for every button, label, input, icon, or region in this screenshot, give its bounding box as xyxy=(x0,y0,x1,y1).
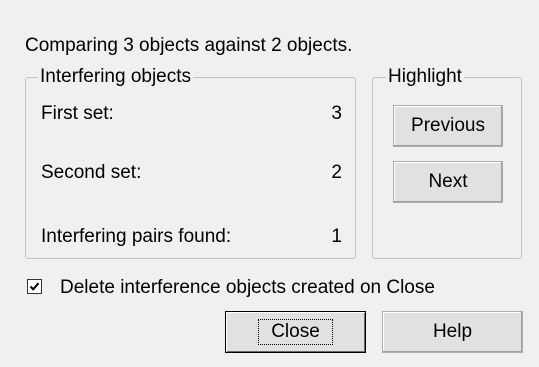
next-button[interactable]: Next xyxy=(393,161,503,203)
second-set-value: 2 xyxy=(331,162,342,183)
delete-interference-checkbox[interactable] xyxy=(27,279,42,294)
interfering-pairs-value: 1 xyxy=(331,226,342,247)
first-set-value: 3 xyxy=(331,103,342,124)
previous-button-label: Previous xyxy=(411,115,485,136)
interfering-pairs-label: Interfering pairs found: xyxy=(41,226,232,247)
first-set-label: First set: xyxy=(41,103,114,124)
delete-interference-label[interactable]: Delete interference objects created on C… xyxy=(60,276,435,300)
close-button-label: Close xyxy=(258,319,333,345)
help-button[interactable]: Help xyxy=(382,311,523,353)
help-button-label: Help xyxy=(432,321,473,342)
interfering-objects-legend: Interfering objects xyxy=(38,65,194,89)
highlight-legend: Highlight xyxy=(386,65,464,89)
previous-button[interactable]: Previous xyxy=(393,105,503,147)
second-set-label: Second set: xyxy=(41,162,142,183)
next-button-label: Next xyxy=(428,171,468,192)
check-mark-icon xyxy=(29,282,40,291)
close-button[interactable]: Close xyxy=(225,311,366,353)
comparison-summary: Comparing 3 objects against 2 objects. xyxy=(25,35,353,56)
